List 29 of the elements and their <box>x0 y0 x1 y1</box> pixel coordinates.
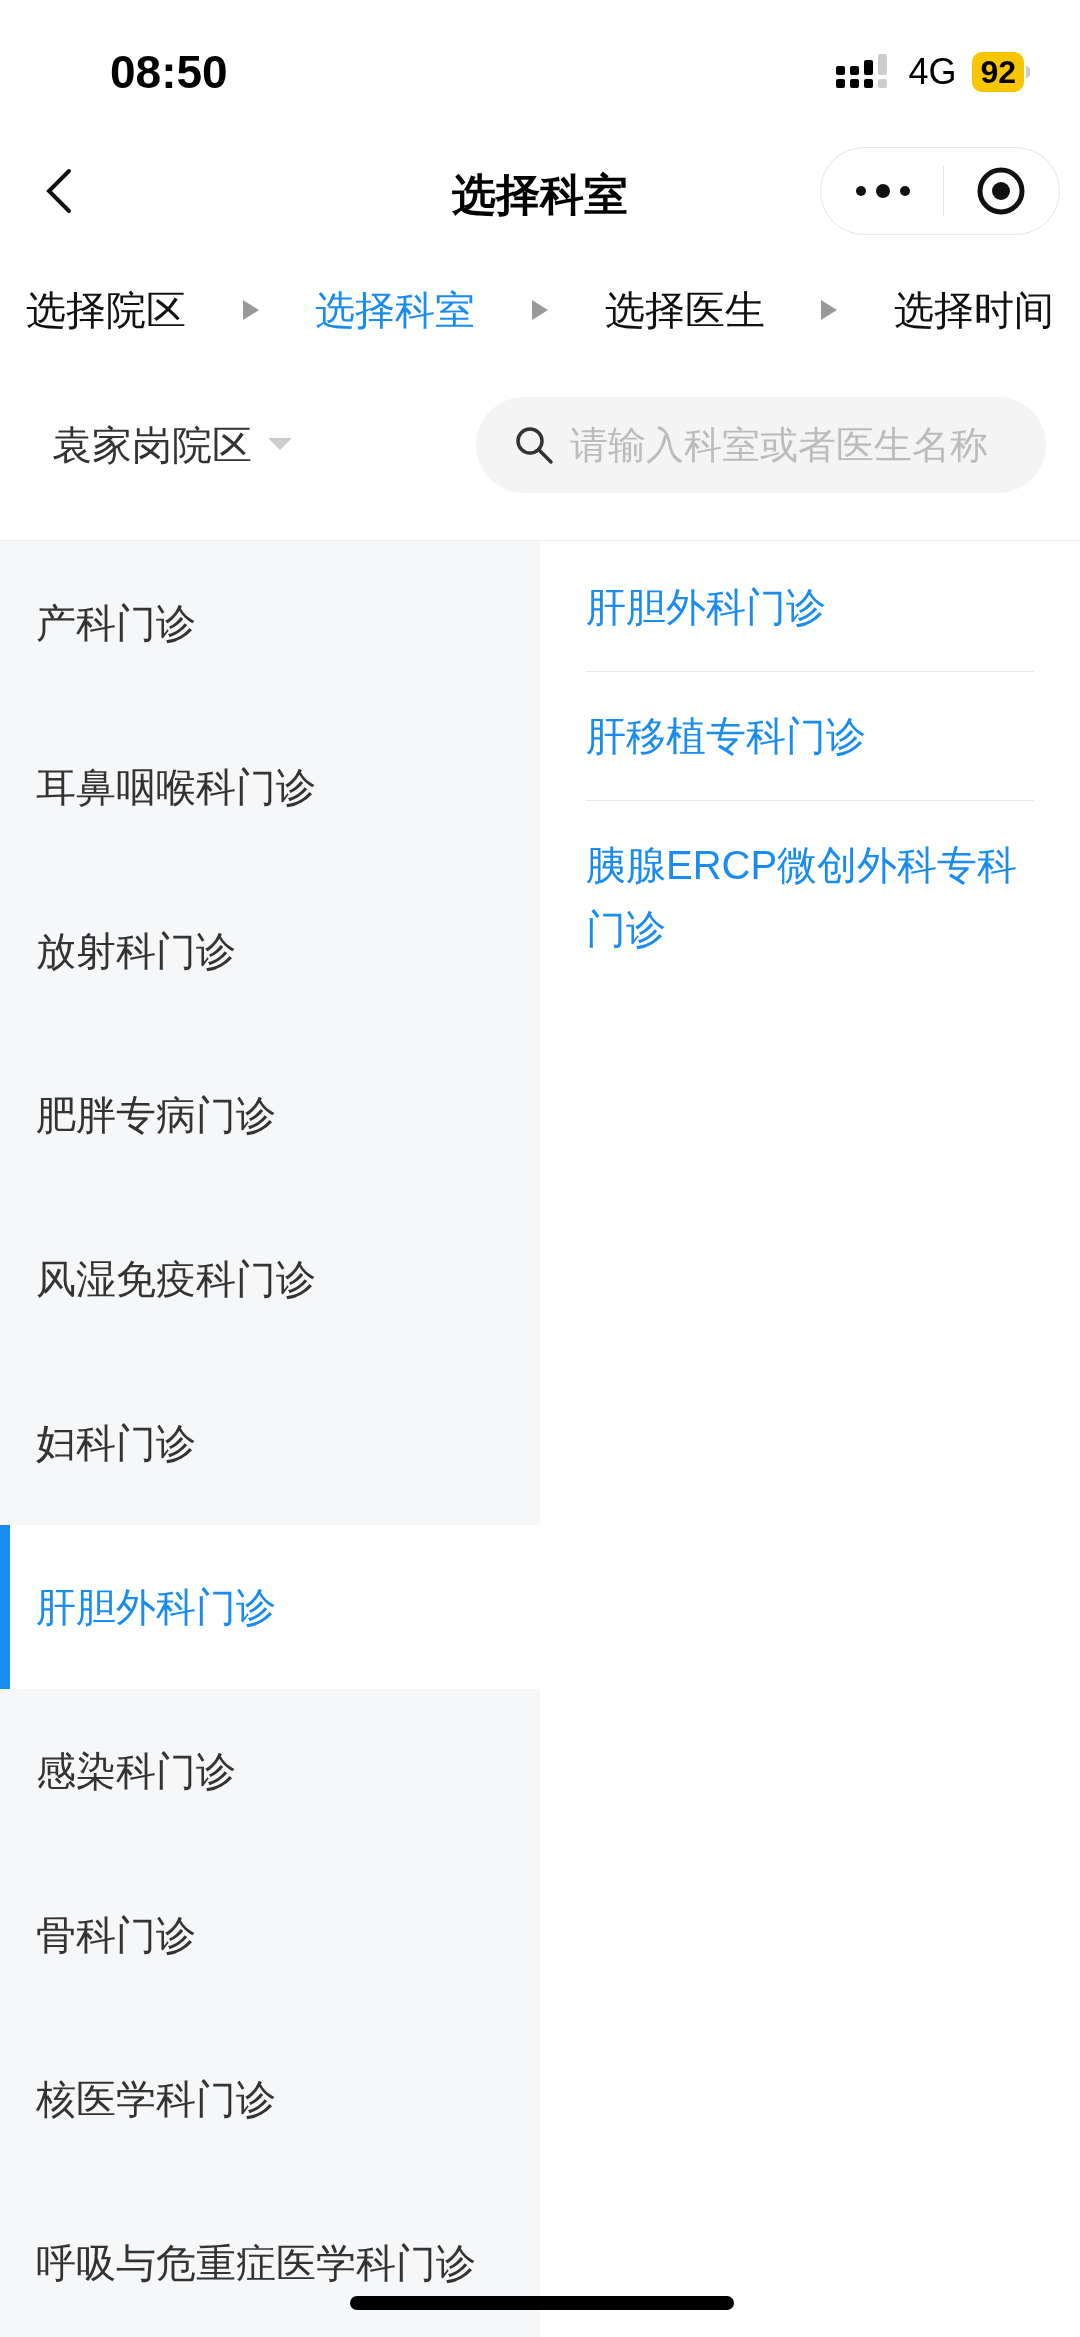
battery-level: 92 <box>972 52 1024 92</box>
step-label: 选择医生 <box>604 287 765 334</box>
arrow-icon <box>821 300 838 320</box>
status-time: 08:50 <box>110 44 228 100</box>
department-item[interactable]: 感染科门诊 <box>0 1689 540 1853</box>
close-icon[interactable] <box>976 166 1026 216</box>
caret-icon <box>268 438 292 452</box>
search-field[interactable]: 请输入科室或者医生名称 <box>476 397 1046 493</box>
step-label: 选择时间 <box>893 287 1054 334</box>
arrow-icon <box>242 300 259 320</box>
department-item[interactable]: 骨科门诊 <box>0 1853 540 2017</box>
page-title: 选择科室 <box>452 169 628 221</box>
more-icon[interactable] <box>855 183 911 199</box>
network-label: 4G <box>908 50 957 94</box>
department-item[interactable]: 产科门诊 <box>0 541 540 705</box>
campus-dropdown[interactable]: 袁家岗院区 <box>52 415 292 475</box>
department-item[interactable]: 核医学科门诊 <box>0 2017 540 2181</box>
arrow-icon <box>531 300 548 320</box>
department-item[interactable]: 风湿免疫科门诊 <box>0 1197 540 1361</box>
department-item[interactable]: 呼吸与危重症医学科门诊 <box>0 2181 540 2337</box>
search-icon <box>514 425 554 465</box>
back-icon[interactable] <box>44 168 74 214</box>
battery-cap-icon <box>1026 66 1030 78</box>
department-item[interactable]: 肥胖专病门诊 <box>0 1033 540 1197</box>
department-item[interactable]: 妇科门诊 <box>0 1361 540 1525</box>
department-item[interactable]: 耳鼻咽喉科门诊 <box>0 705 540 869</box>
step-label: 选择院区 <box>26 287 186 334</box>
step-label: 选择科室 <box>315 287 476 334</box>
department-item[interactable]: 放射科门诊 <box>0 869 540 1033</box>
